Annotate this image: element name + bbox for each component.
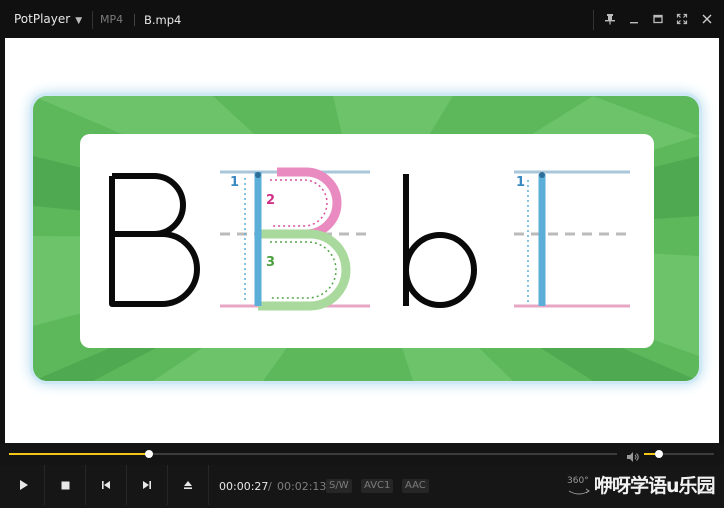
volume-slider[interactable] xyxy=(644,450,714,458)
previous-button[interactable] xyxy=(86,465,127,505)
divider xyxy=(593,10,594,30)
play-button[interactable] xyxy=(4,465,45,505)
video-frame-border: 1 2 3 1 xyxy=(33,96,699,381)
stroke-number-b1: 1 xyxy=(516,175,525,190)
potplayer-window: PotPlayer ▼ MP4 B.mp4 1 2 3 1 00:00:27 /… xyxy=(0,0,724,508)
play-icon xyxy=(20,480,28,490)
eject-button[interactable] xyxy=(168,465,209,505)
next-button[interactable] xyxy=(127,465,168,505)
stroke-number-3: 3 xyxy=(266,255,275,270)
letter-card: 1 2 3 1 xyxy=(80,134,654,348)
control-bar: 00:00:27 / 00:02:13 S/W AVC1 AAC 360° 咿呀… xyxy=(0,465,724,508)
watermark-text: 咿呀学语u乐园 xyxy=(594,475,716,497)
divider xyxy=(92,11,93,29)
total-time: 00:02:13 xyxy=(277,480,327,493)
sw-decoder-badge[interactable]: S/W xyxy=(326,479,352,493)
pin-icon[interactable] xyxy=(600,9,620,29)
title-bar[interactable]: PotPlayer ▼ MP4 B.mp4 xyxy=(0,0,724,38)
divider xyxy=(134,14,135,26)
app-menu-button[interactable]: PotPlayer ▼ xyxy=(14,12,82,26)
chevron-down-icon: ▼ xyxy=(75,16,83,26)
file-name: B.mp4 xyxy=(144,13,182,27)
volume-icon[interactable] xyxy=(626,448,640,462)
current-time: 00:00:27 xyxy=(219,480,269,493)
file-format: MP4 xyxy=(100,13,124,26)
seek-bar[interactable] xyxy=(9,450,617,458)
stroke-number-2: 2 xyxy=(266,193,275,208)
minimize-icon[interactable] xyxy=(624,9,644,29)
maximize-icon[interactable] xyxy=(648,9,668,29)
seek-bar-progress xyxy=(9,453,149,455)
seek-bar-area xyxy=(0,443,724,465)
vr-360-label: 360° xyxy=(567,476,589,486)
app-name: PotPlayer xyxy=(14,12,71,26)
vr-360-button[interactable]: 360° xyxy=(567,476,591,496)
fullscreen-icon[interactable] xyxy=(672,9,692,29)
seek-bar-handle[interactable] xyxy=(144,450,153,458)
audio-codec-badge[interactable]: AAC xyxy=(402,479,429,493)
stroke-number-1: 1 xyxy=(230,175,239,190)
stop-icon xyxy=(61,481,69,489)
stop-button[interactable] xyxy=(45,465,86,505)
time-separator: / xyxy=(268,480,272,493)
rotate-icon xyxy=(568,488,590,495)
video-area[interactable]: 1 2 3 1 xyxy=(5,38,719,443)
eject-icon xyxy=(184,481,192,489)
volume-handle[interactable] xyxy=(655,450,664,458)
prev-icon xyxy=(102,481,110,489)
next-icon xyxy=(143,481,151,489)
letter-tracing-illustration: 1 2 3 1 xyxy=(109,167,630,311)
video-codec-badge[interactable]: AVC1 xyxy=(361,479,394,493)
close-icon[interactable] xyxy=(697,9,717,29)
